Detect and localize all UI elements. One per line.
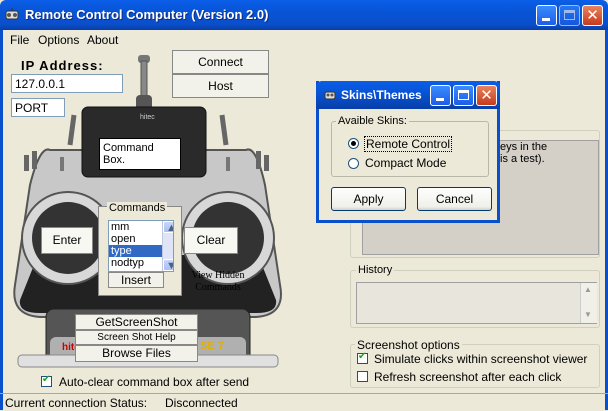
refresh-screenshot-label: Refresh screenshot after each click: [374, 370, 562, 384]
connect-button[interactable]: Connect: [172, 50, 269, 74]
remote-brand-text: hitec: [140, 114, 155, 121]
ip-address-label: IP Address:: [21, 58, 104, 73]
minimize-icon: [542, 18, 550, 21]
maximize-icon: [564, 10, 575, 20]
close-icon: ✕: [480, 86, 493, 104]
insert-button[interactable]: Insert: [108, 272, 164, 288]
commands-group-title: Commands: [107, 202, 168, 214]
maximize-icon: [458, 90, 469, 100]
window-border-left: [0, 30, 3, 410]
scroll-up-icon[interactable]: ▲: [163, 221, 173, 234]
view-hidden-commands-link[interactable]: View Hidden Commands: [186, 270, 250, 294]
status-bar: Current connection Status: Disconnected: [0, 393, 608, 411]
browse-files-button[interactable]: Browse Files: [75, 345, 198, 362]
minimize-button[interactable]: [536, 5, 557, 26]
commands-scrollbar[interactable]: ▲ ▼: [162, 221, 173, 271]
screenshot-options-title: Screenshot options: [355, 338, 462, 352]
scroll-down-icon[interactable]: ▼: [163, 259, 173, 271]
close-button[interactable]: ✕: [582, 5, 603, 26]
simulate-clicks-label: Simulate clicks within screenshot viewer: [374, 352, 588, 366]
title-bar[interactable]: Remote Control Computer (Version 2.0) ✕: [0, 0, 608, 30]
clear-button[interactable]: Clear: [184, 227, 238, 254]
refresh-screenshot-checkbox[interactable]: [357, 371, 368, 382]
skins-group-title: Avaible Skins:: [336, 115, 409, 127]
close-icon: ✕: [586, 6, 599, 24]
skins-dialog-titlebar[interactable]: Skins\Themes ✕: [316, 81, 500, 109]
info-text-line1: eys in the: [500, 141, 548, 153]
history-scrollbar[interactable]: ▲ ▼: [580, 283, 597, 323]
history-scroll-up-icon[interactable]: ▲: [584, 285, 592, 294]
dialog-app-icon: [324, 91, 336, 100]
skins-group: Avaible Skins: Remote Control Compact Mo…: [331, 115, 489, 177]
autoclear-checkbox[interactable]: [41, 374, 52, 387]
ip-address-input[interactable]: 127.0.0.1: [11, 74, 123, 93]
enter-button[interactable]: Enter: [41, 227, 93, 254]
dialog-minimize-button[interactable]: [430, 85, 451, 106]
menu-file[interactable]: File: [10, 33, 29, 47]
skin-option-compact-mode[interactable]: Compact Mode: [365, 156, 446, 170]
commands-list[interactable]: mm open type nodtyp ▲ ▼: [108, 220, 174, 272]
skin-radio-compact-mode[interactable]: [348, 158, 359, 169]
menu-options[interactable]: Options: [38, 33, 79, 47]
model-badge: SE 7: [200, 340, 224, 352]
window-title: Remote Control Computer (Version 2.0): [25, 7, 269, 22]
info-text-line2: is a test).: [500, 153, 545, 165]
dialog-maximize-button[interactable]: [453, 85, 474, 106]
autoclear-label: Auto-clear command box after send: [59, 375, 250, 389]
commands-group: Commands mm open type nodtyp ▲ ▼ Insert: [98, 202, 182, 296]
skin-option-remote-control[interactable]: Remote Control: [364, 136, 453, 152]
app-icon: [5, 8, 19, 20]
dialog-close-button[interactable]: ✕: [476, 85, 497, 106]
cancel-button[interactable]: Cancel: [417, 187, 492, 211]
port-input[interactable]: PORT: [11, 98, 65, 117]
maximize-button[interactable]: [559, 5, 580, 26]
skin-radio-remote-control[interactable]: [348, 138, 359, 149]
getscreenshot-button[interactable]: GetScreenShot: [75, 314, 198, 330]
screenshot-help-button[interactable]: Screen Shot Help: [75, 330, 198, 345]
status-label: Current connection Status:: [5, 396, 148, 410]
skins-dialog-title: Skins\Themes: [341, 88, 422, 102]
apply-button[interactable]: Apply: [331, 187, 406, 211]
command-box[interactable]: Command Box.: [99, 138, 181, 170]
history-box[interactable]: ▲ ▼: [356, 282, 597, 324]
menu-bar: File Options About: [0, 30, 608, 49]
simulate-clicks-checkbox[interactable]: [357, 351, 368, 364]
history-scroll-down-icon[interactable]: ▼: [584, 310, 592, 319]
history-title: History: [356, 264, 395, 276]
host-button[interactable]: Host: [172, 74, 269, 98]
minimize-icon: [436, 98, 444, 101]
menu-about[interactable]: About: [87, 33, 118, 47]
status-value: Disconnected: [165, 396, 238, 410]
skins-dialog: Skins\Themes ✕ Avaible Skins: Remote Con…: [316, 81, 500, 223]
